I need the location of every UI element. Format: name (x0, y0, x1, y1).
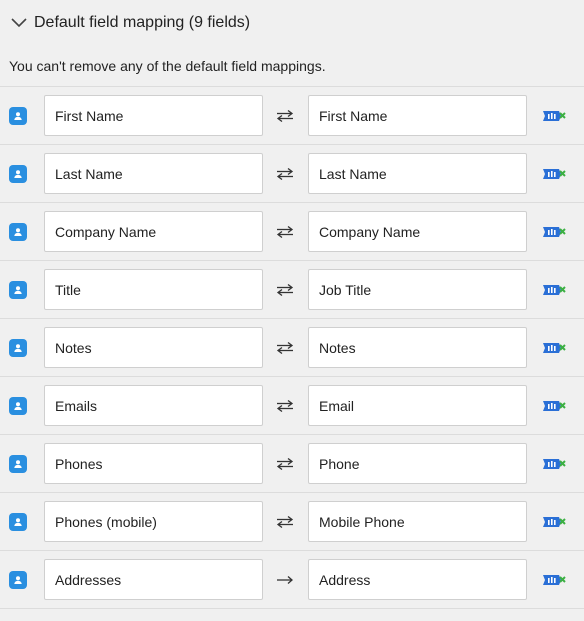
source-field[interactable]: Emails (44, 385, 263, 426)
contact-card-icon (9, 396, 27, 415)
crm-logo-icon (542, 515, 566, 529)
crm-logo-icon (542, 225, 566, 239)
mapping-row: Notes Notes (0, 319, 584, 377)
contact-card-icon (9, 222, 27, 241)
mapping-row: Phones (mobile) Mobile Phone (0, 493, 584, 551)
contact-card-icon (9, 280, 27, 299)
crm-logo-icon (542, 167, 566, 181)
target-field[interactable]: Job Title (308, 269, 527, 310)
mapping-row: Addresses Address (0, 551, 584, 609)
source-field[interactable]: First Name (44, 95, 263, 136)
crm-logo-icon (542, 109, 566, 123)
chevron-down-icon (10, 17, 28, 29)
notice-text: You can't remove any of the default fiel… (9, 58, 326, 74)
source-field[interactable]: Addresses (44, 559, 263, 600)
crm-logo-icon (542, 573, 566, 587)
section-title: Default field mapping (9 fields) (34, 14, 251, 31)
target-field[interactable]: Mobile Phone (308, 501, 527, 542)
mapping-row: Phones Phone (0, 435, 584, 493)
contact-card-icon (9, 570, 27, 589)
swap-arrows-icon (274, 225, 296, 239)
contact-card-icon (9, 512, 27, 531)
source-field[interactable]: Phones (44, 443, 263, 484)
swap-arrows-icon (274, 283, 296, 297)
crm-logo-icon (542, 457, 566, 471)
swap-arrows-icon (274, 167, 296, 181)
source-field[interactable]: Notes (44, 327, 263, 368)
swap-arrows-icon (274, 109, 296, 123)
swap-arrows-icon (274, 515, 296, 529)
mapping-list: First Name First Name Last Name Last Name Co… (0, 86, 584, 609)
target-field[interactable]: Company Name (308, 211, 527, 252)
contact-card-icon (9, 164, 27, 183)
source-field[interactable]: Last Name (44, 153, 263, 194)
contact-card-icon (9, 454, 27, 473)
swap-arrows-icon (274, 399, 296, 413)
crm-logo-icon (542, 399, 566, 413)
mapping-row: Last Name Last Name (0, 145, 584, 203)
mapping-row: Company Name Company Name (0, 203, 584, 261)
source-field[interactable]: Phones (mobile) (44, 501, 263, 542)
target-field[interactable]: First Name (308, 95, 527, 136)
target-field[interactable]: Email (308, 385, 527, 426)
target-field[interactable]: Last Name (308, 153, 527, 194)
contact-card-icon (9, 106, 27, 125)
crm-logo-icon (542, 283, 566, 297)
field-mapping-panel: Default field mapping (9 fields) You can… (0, 0, 584, 621)
mapping-row: First Name First Name (0, 87, 584, 145)
crm-logo-icon (542, 341, 566, 355)
source-field[interactable]: Company Name (44, 211, 263, 252)
contact-card-icon (9, 338, 27, 357)
target-field[interactable]: Notes (308, 327, 527, 368)
mapping-row: Emails Email (0, 377, 584, 435)
right-arrow-icon (274, 573, 296, 587)
target-field[interactable]: Phone (308, 443, 527, 484)
swap-arrows-icon (274, 341, 296, 355)
target-field[interactable]: Address (308, 559, 527, 600)
swap-arrows-icon (274, 457, 296, 471)
section-toggle[interactable]: Default field mapping (9 fields) (0, 0, 584, 46)
source-field[interactable]: Title (44, 269, 263, 310)
mapping-row: Title Job Title (0, 261, 584, 319)
